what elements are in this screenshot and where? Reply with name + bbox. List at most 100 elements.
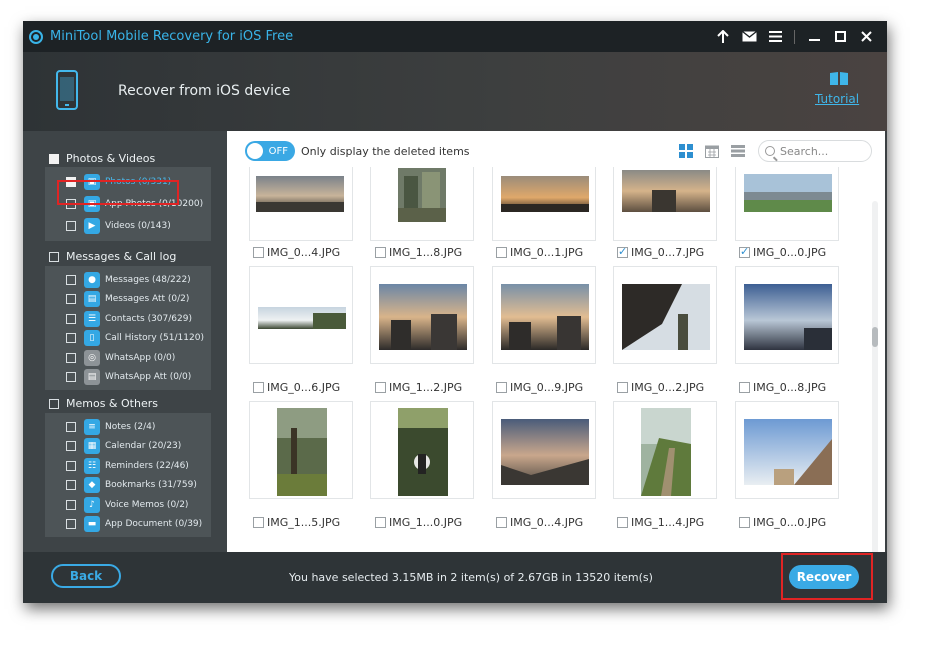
file-checkbox[interactable] [253, 517, 264, 528]
sidebar-item-label: WhatsApp (0/0) [105, 352, 176, 363]
sidebar-item-calendar[interactable]: ▦ Calendar (20/23) [66, 436, 181, 455]
search-input[interactable]: Search... [758, 140, 872, 162]
file-checkbox[interactable] [617, 245, 628, 258]
file-checkbox[interactable] [739, 517, 750, 528]
calendar-view-icon[interactable] [705, 144, 719, 158]
sidebar-item-bookmarks[interactable]: ◆ Bookmarks (31/759) [66, 475, 197, 494]
list-view-icon[interactable] [731, 144, 745, 158]
section-checkbox[interactable] [49, 153, 59, 164]
tutorial-link[interactable]: Tutorial [815, 92, 859, 106]
file-checkbox[interactable] [253, 382, 264, 393]
thumbnail[interactable] [249, 266, 353, 364]
file-checkbox[interactable] [739, 245, 750, 258]
section-messages-call-log[interactable]: Messages & Call log [49, 250, 176, 263]
file-name[interactable]: IMG_0...1.JPG [496, 246, 583, 259]
thumbnail[interactable] [613, 167, 717, 241]
file-name[interactable]: IMG_0...6.JPG [253, 381, 340, 394]
sidebar-item-voice-memos[interactable]: ♪ Voice Memos (0/2) [66, 495, 188, 514]
section-photos-videos[interactable]: Photos & Videos [49, 152, 155, 165]
sidebar-item-whatsapp-att[interactable]: ▤ WhatsApp Att (0/0) [66, 367, 191, 386]
file-name[interactable]: IMG_1...5.JPG [253, 516, 340, 529]
section-memos-others[interactable]: Memos & Others [49, 397, 158, 410]
item-checkbox[interactable] [66, 460, 76, 471]
file-name[interactable]: IMG_0...8.JPG [739, 381, 826, 394]
item-checkbox[interactable] [66, 479, 76, 490]
sidebar-item-contacts[interactable]: ☰ Contacts (307/629) [66, 309, 192, 328]
file-name[interactable]: IMG_0...4.JPG [496, 516, 583, 529]
thumbnail[interactable] [735, 266, 839, 364]
section-items-box: ≡ Notes (2/4) ▦ Calendar (20/23) ☷ Remin… [45, 413, 211, 537]
sidebar-item-notes[interactable]: ≡ Notes (2/4) [66, 417, 155, 436]
thumbnail[interactable] [735, 401, 839, 499]
maximize-icon[interactable] [827, 21, 853, 52]
thumbnail[interactable] [613, 266, 717, 364]
grid-view-icon[interactable] [679, 144, 693, 158]
file-name[interactable]: IMG_0...9.JPG [496, 381, 583, 394]
thumbnail[interactable] [249, 401, 353, 499]
file-checkbox[interactable] [253, 247, 264, 258]
file-name[interactable]: IMG_0...7.JPG [617, 245, 704, 259]
file-checkbox[interactable] [375, 247, 386, 258]
file-checkbox[interactable] [496, 382, 507, 393]
file-checkbox[interactable] [496, 247, 507, 258]
sidebar-item-app-document[interactable]: ▬ App Document (0/39) [66, 514, 202, 533]
upload-icon[interactable] [710, 21, 736, 52]
file-name[interactable]: IMG_0...0.JPG [739, 245, 826, 259]
book-icon[interactable] [829, 71, 849, 86]
item-checkbox[interactable] [66, 499, 76, 510]
thumbnail[interactable] [735, 167, 839, 241]
file-checkbox[interactable] [375, 517, 386, 528]
sidebar-item-messages[interactable]: ● Messages (48/222) [66, 270, 191, 289]
file-checkbox[interactable] [617, 382, 628, 393]
sidebar-item-messages-att[interactable]: ▤ Messages Att (0/2) [66, 289, 189, 308]
item-checkbox[interactable] [66, 332, 76, 343]
item-checkbox[interactable] [66, 293, 76, 304]
thumbnail[interactable] [370, 167, 474, 241]
file-name[interactable]: IMG_0...4.JPG [253, 246, 340, 259]
file-name[interactable]: IMG_1...2.JPG [375, 381, 462, 394]
recover-button[interactable]: Recover [789, 565, 859, 589]
thumbnail[interactable] [492, 167, 596, 241]
item-checkbox[interactable] [66, 313, 76, 324]
sidebar-item-videos[interactable]: ▶ Videos (0/143) [66, 216, 171, 235]
item-checkbox[interactable] [66, 518, 76, 529]
thumbnail[interactable] [492, 266, 596, 364]
menu-icon[interactable] [762, 21, 788, 52]
thumbnail[interactable] [370, 401, 474, 499]
file-checkbox[interactable] [496, 517, 507, 528]
item-checkbox[interactable] [66, 352, 76, 363]
minimize-icon[interactable] [801, 21, 827, 52]
item-checkbox[interactable] [66, 220, 76, 231]
item-checkbox[interactable] [66, 274, 76, 285]
deleted-only-toggle[interactable]: OFF [245, 141, 295, 161]
scrollbar-track[interactable] [872, 201, 878, 556]
thumbnail[interactable] [249, 167, 353, 241]
whatsapp-icon: ◎ [84, 349, 100, 366]
file-name[interactable]: IMG_0...2.JPG [617, 381, 704, 394]
file-checkbox[interactable] [375, 382, 386, 393]
file-name[interactable]: IMG_1...0.JPG [375, 516, 462, 529]
sidebar-item-call-history[interactable]: ▯ Call History (51/1120) [66, 328, 204, 347]
scrollbar-thumb[interactable] [872, 327, 878, 347]
close-icon[interactable] [853, 21, 879, 52]
file-checkbox[interactable] [617, 517, 628, 528]
sidebar-item-whatsapp[interactable]: ◎ WhatsApp (0/0) [66, 348, 175, 367]
mail-icon[interactable] [736, 21, 762, 52]
section-checkbox[interactable] [49, 398, 59, 409]
highlight-frame [57, 180, 179, 205]
item-checkbox[interactable] [66, 421, 76, 432]
thumbnail[interactable] [370, 266, 474, 364]
file-name[interactable]: IMG_0...0.JPG [739, 516, 826, 529]
file-name[interactable]: IMG_1...8.JPG [375, 246, 462, 259]
file-name[interactable]: IMG_1...4.JPG [617, 516, 704, 529]
photo-image [256, 176, 344, 212]
item-checkbox[interactable] [66, 371, 76, 382]
sidebar-item-label: Messages (48/222) [105, 274, 191, 285]
thumbnail[interactable] [492, 401, 596, 499]
item-checkbox[interactable] [66, 440, 76, 451]
sidebar-item-reminders[interactable]: ☷ Reminders (22/46) [66, 456, 189, 475]
back-button[interactable]: Back [51, 564, 121, 588]
section-checkbox[interactable] [49, 251, 59, 262]
file-checkbox[interactable] [739, 382, 750, 393]
thumbnail[interactable] [613, 401, 717, 499]
